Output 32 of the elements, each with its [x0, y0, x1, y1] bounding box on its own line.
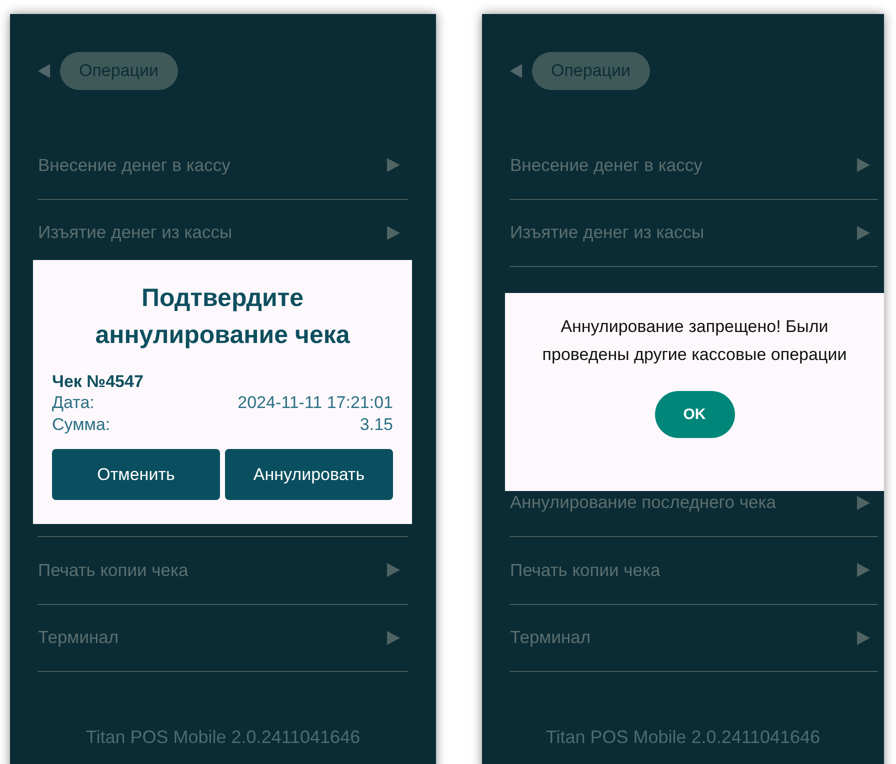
field-label: Сумма: — [52, 414, 110, 436]
version-text: Titan POS Mobile 2.0.2411041646 — [84, 727, 362, 748]
menu-item[interactable]: Терминал — [38, 627, 119, 648]
menu-item[interactable]: Изъятие денег из кассы — [38, 222, 232, 244]
chevron-right-icon — [857, 496, 870, 510]
dialog-title: Подтвердите аннулирование чека — [94, 283, 351, 351]
ok-button[interactable]: OK — [654, 391, 734, 438]
dialog-button[interactable]: Отменить — [52, 449, 220, 500]
menu-item[interactable]: Терминал — [510, 627, 591, 648]
menu-item[interactable]: Аннулирование последнего чека — [510, 492, 776, 514]
back-arrow-icon[interactable] — [510, 64, 522, 78]
chevron-right-icon — [387, 563, 400, 578]
field-value: 2024-11-11 17:21:01 — [238, 392, 393, 414]
chevron-right-icon — [857, 226, 870, 240]
dialog-button[interactable]: Аннулировать — [225, 449, 393, 500]
menu-item[interactable]: Печать копии чека — [510, 560, 660, 581]
menu-item[interactable]: Изъятие денег из кассы — [510, 222, 704, 244]
chevron-right-icon — [857, 158, 870, 172]
chevron-right-icon — [857, 630, 870, 645]
chevron-right-icon — [857, 563, 870, 578]
chevron-right-icon — [387, 226, 400, 240]
field-value: 3.15 — [360, 414, 393, 436]
chevron-right-icon — [387, 630, 400, 645]
field-label: Дата: — [52, 392, 94, 414]
menu-item[interactable]: Внесение денег в кассу — [510, 154, 702, 176]
menu-item[interactable]: Внесение денег в кассу — [38, 154, 230, 176]
back-arrow-icon[interactable] — [38, 64, 50, 78]
alert-message: Аннулирование запрещено! Были проведены другие кассовые операции — [541, 316, 848, 366]
menu-item[interactable]: Печать копии чека — [38, 560, 188, 581]
version-text: Titan POS Mobile 2.0.2411041646 — [544, 727, 822, 748]
chevron-right-icon — [387, 158, 400, 172]
receipt-number: Чек №4547 — [52, 372, 144, 392]
